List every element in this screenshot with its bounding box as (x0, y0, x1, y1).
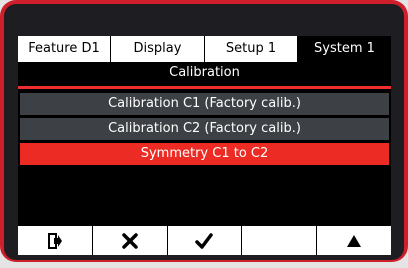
softkey-bar (18, 226, 391, 255)
blank-softkey[interactable] (242, 226, 317, 255)
cancel-x-icon (121, 232, 138, 249)
tab-display[interactable]: Display (110, 36, 204, 62)
up-button[interactable] (317, 226, 391, 255)
confirm-button[interactable] (167, 226, 242, 255)
menu-item-calibration-c1[interactable]: Calibration C1 (Factory calib.) (20, 93, 389, 115)
calibration-menu: Calibration C1 (Factory calib.) Calibrat… (20, 93, 389, 168)
exit-button[interactable] (18, 226, 92, 255)
tab-bar: Feature D1 Display Setup 1 System 1 (18, 36, 391, 62)
menu-item-symmetry-c1-c2[interactable]: Symmetry C1 to C2 (20, 143, 389, 165)
tab-feature-d1[interactable]: Feature D1 (18, 36, 110, 62)
display-screen: Feature D1 Display Setup 1 System 1 Cali… (18, 36, 391, 255)
title-divider (18, 86, 391, 89)
tab-system-1[interactable]: System 1 (297, 36, 391, 62)
up-arrow-icon (347, 234, 362, 247)
exit-icon (47, 232, 62, 249)
cancel-button[interactable] (92, 226, 167, 255)
confirm-check-icon (195, 232, 214, 249)
page-title: Calibration (18, 62, 391, 84)
menu-item-calibration-c2[interactable]: Calibration C2 (Factory calib.) (20, 118, 389, 140)
tab-setup-1[interactable]: Setup 1 (204, 36, 297, 62)
